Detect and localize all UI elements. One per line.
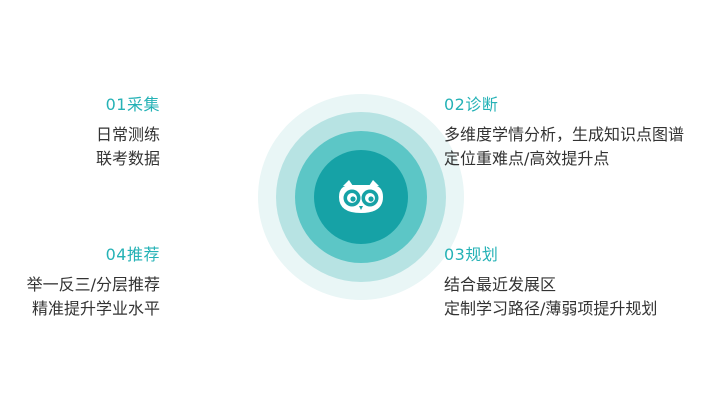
- step-line: 结合最近发展区: [444, 275, 557, 294]
- step-recommend: 04推荐 举一反三/分层推荐 精准提升学业水平: [27, 245, 160, 321]
- step-line: 举一反三/分层推荐: [26, 275, 160, 294]
- step-title: 02诊断: [444, 95, 499, 114]
- step-diagnose: 02诊断 多维度学情分析，生成知识点图谱 定位重难点/高效提升点: [444, 95, 684, 171]
- step-line: 多维度学情分析，生成知识点图谱: [444, 125, 685, 144]
- diagram-canvas: 01采集 日常测练 联考数据 02诊断 多维度学情分析，生成知识点图谱 定位重难…: [0, 0, 722, 406]
- step-title: 01采集: [105, 95, 160, 114]
- step-plan: 03规划 结合最近发展区 定制学习路径/薄弱项提升规划: [444, 245, 657, 321]
- step-line: 精准提升学业水平: [31, 299, 160, 318]
- step-title: 04推荐: [105, 245, 160, 264]
- owl-icon: [339, 180, 383, 213]
- step-line: 定位重难点/高效提升点: [444, 149, 610, 168]
- step-line: 联考数据: [95, 149, 160, 168]
- step-line: 定制学习路径/薄弱项提升规划: [444, 299, 658, 318]
- step-collect: 01采集 日常测练 联考数据: [96, 95, 160, 171]
- step-line: 日常测练: [95, 125, 160, 144]
- step-title: 03规划: [444, 245, 499, 264]
